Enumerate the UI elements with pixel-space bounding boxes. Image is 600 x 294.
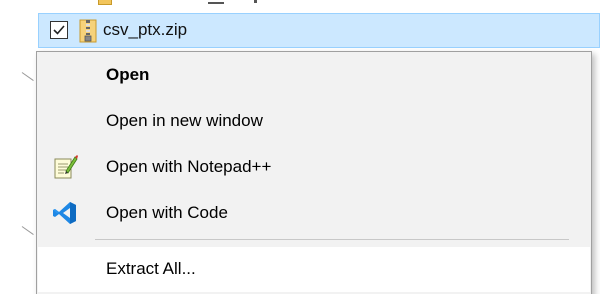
file-explorer-view: csv_ptx.zip Open Open in new window Open…: [0, 0, 600, 294]
menu-separator: [95, 239, 569, 240]
tree-connector-line: [21, 72, 34, 81]
text-fragment: [254, 0, 257, 3]
vscode-icon: [52, 200, 78, 226]
previous-file-row[interactable]: [38, 0, 600, 6]
tree-connector-line: [21, 226, 34, 235]
menu-item-label: Open in new window: [106, 111, 263, 130]
checkmark-icon: [53, 25, 65, 35]
zip-folder-icon: [98, 0, 112, 5]
file-checkbox[interactable]: [50, 21, 68, 39]
menu-item-label: Open: [106, 65, 150, 84]
menu-item-label: Open with Code: [106, 203, 228, 222]
zip-folder-icon: [78, 19, 98, 43]
menu-item-open-with-code[interactable]: Open with Code: [38, 191, 590, 236]
menu-item-open-with-notepad[interactable]: Open with Notepad++: [38, 145, 590, 190]
selected-file-row[interactable]: csv_ptx.zip: [38, 13, 600, 48]
context-menu: Open Open in new window Open with Notepa…: [36, 51, 592, 294]
menu-item-label: Open with Notepad++: [106, 157, 272, 176]
notepad-plus-plus-icon: [52, 154, 78, 180]
menu-item-open[interactable]: Open: [38, 53, 590, 98]
file-name: csv_ptx.zip: [103, 20, 188, 39]
menu-item-label: Extract All...: [106, 259, 196, 278]
menu-item-open-new-window[interactable]: Open in new window: [38, 99, 590, 144]
text-fragment: [208, 2, 224, 4]
menu-item-extract-all[interactable]: Extract All...: [38, 247, 590, 292]
